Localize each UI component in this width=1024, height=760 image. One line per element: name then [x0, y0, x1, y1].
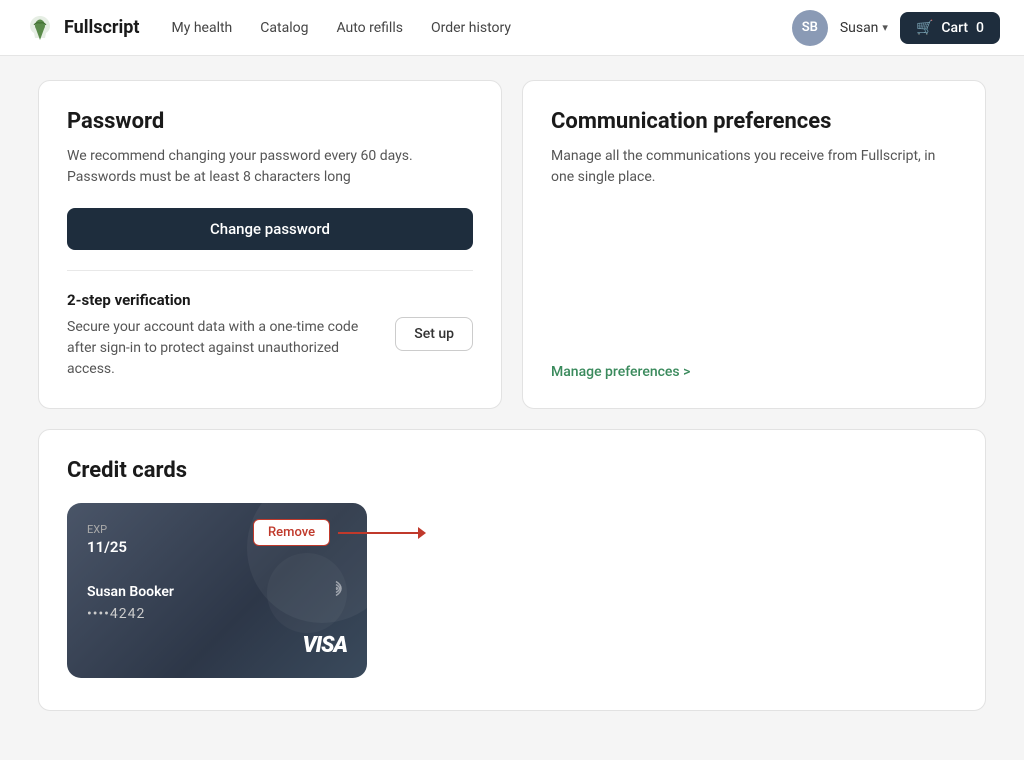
- nav-link-auto-refills[interactable]: Auto refills: [336, 20, 403, 36]
- top-row: Password We recommend changing your pass…: [38, 80, 986, 409]
- brand-name: Fullscript: [64, 17, 140, 38]
- cart-label: Cart: [941, 20, 968, 36]
- cart-icon: 🛒: [916, 20, 933, 36]
- nav-link-order-history[interactable]: Order history: [431, 20, 511, 36]
- communication-card: Communication preferences Manage all the…: [522, 80, 986, 409]
- card-number: ••••4242: [87, 606, 347, 622]
- card-holder-name: Susan Booker: [87, 584, 347, 600]
- logo[interactable]: Fullscript: [24, 12, 140, 44]
- nav-links: My health Catalog Auto refills Order his…: [172, 20, 760, 36]
- main-content: Password We recommend changing your pass…: [22, 80, 1002, 711]
- arrow-line: [338, 532, 418, 534]
- remove-card-button[interactable]: Remove: [253, 519, 330, 546]
- fullscript-logo-icon: [24, 12, 56, 44]
- user-menu-button[interactable]: Susan ▾: [840, 20, 888, 36]
- remove-action: Remove: [253, 519, 426, 546]
- avatar: SB: [792, 10, 828, 46]
- navbar: Fullscript My health Catalog Auto refill…: [0, 0, 1024, 56]
- communication-description: Manage all the communications you receiv…: [551, 146, 957, 344]
- verification-description: Secure your account data with a one-time…: [67, 317, 379, 380]
- divider: [67, 270, 473, 271]
- communication-title: Communication preferences: [551, 109, 957, 134]
- chevron-down-icon: ▾: [882, 21, 888, 34]
- cart-button[interactable]: 🛒 Cart 0: [900, 12, 1000, 44]
- nav-right: SB Susan ▾ 🛒 Cart 0: [792, 10, 1000, 46]
- credit-cards-section: Credit cards EXP 11/25 Susan Booker ••••…: [38, 429, 986, 711]
- credit-cards-title: Credit cards: [67, 458, 957, 483]
- change-password-button[interactable]: Change password: [67, 208, 473, 250]
- contactless-icon: [325, 577, 347, 604]
- remove-arrow: [338, 527, 426, 539]
- credit-card-wrapper: EXP 11/25 Susan Booker ••••4242 VISA Rem…: [67, 503, 367, 678]
- manage-preferences-link[interactable]: Manage preferences >: [551, 364, 957, 380]
- verification-row: Secure your account data with a one-time…: [67, 317, 473, 380]
- password-description: We recommend changing your password ever…: [67, 146, 473, 188]
- verification-title: 2-step verification: [67, 291, 473, 309]
- nav-link-my-health[interactable]: My health: [172, 20, 233, 36]
- arrow-head-icon: [418, 527, 426, 539]
- nav-link-catalog[interactable]: Catalog: [260, 20, 308, 36]
- cart-count: 0: [976, 20, 984, 36]
- password-card: Password We recommend changing your pass…: [38, 80, 502, 409]
- setup-button[interactable]: Set up: [395, 317, 473, 351]
- password-title: Password: [67, 109, 473, 134]
- user-name: Susan: [840, 20, 879, 36]
- visa-logo: VISA: [303, 633, 347, 658]
